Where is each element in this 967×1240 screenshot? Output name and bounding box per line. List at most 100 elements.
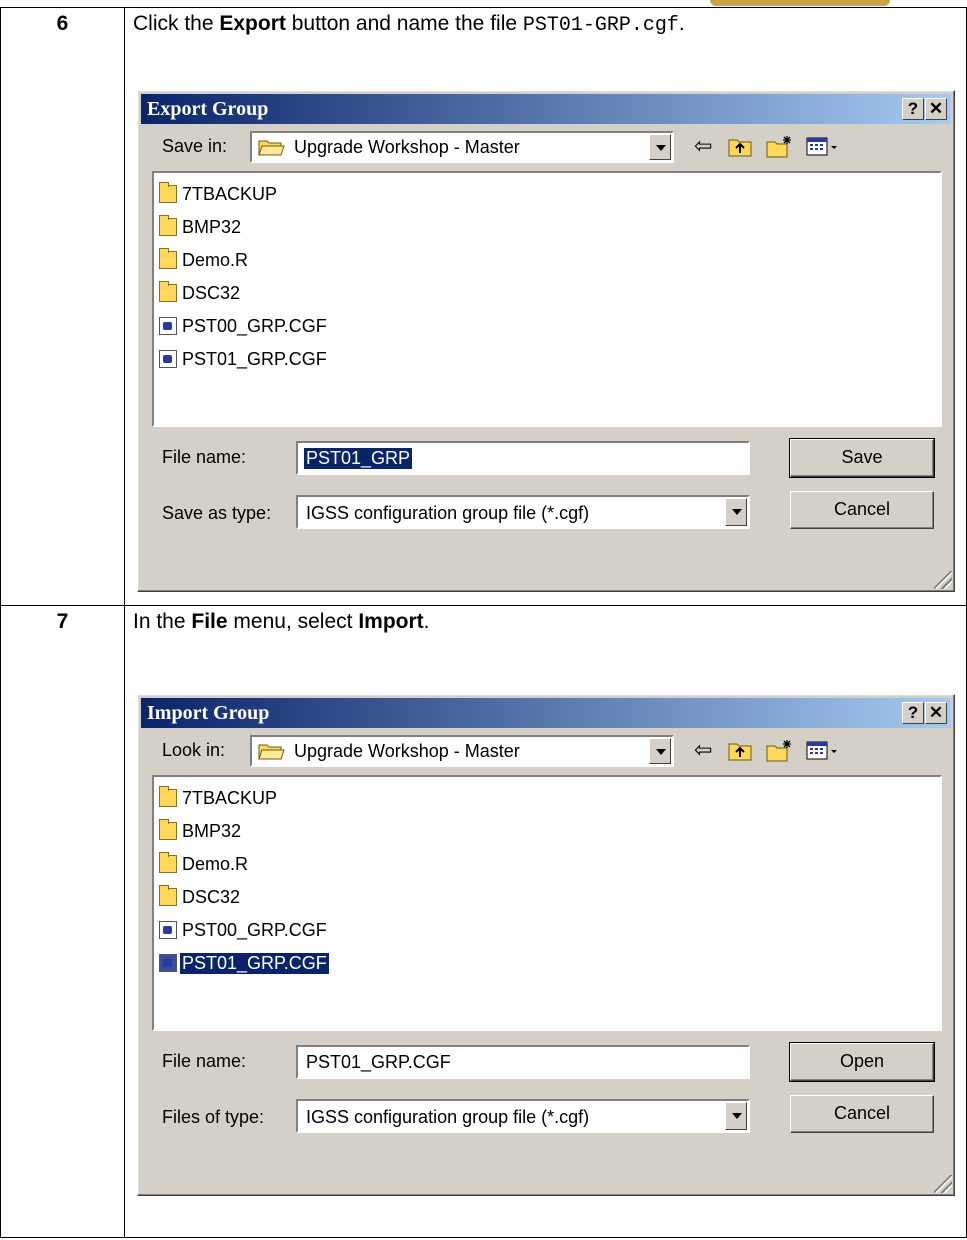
resize-grip-icon[interactable] [934,1175,952,1193]
file-name: PST00_GRP.CGF [182,920,327,940]
new-folder-icon[interactable] [766,134,794,163]
instruction-text: menu, select [227,610,359,633]
step-instruction: In the File menu, select Import. [133,610,966,636]
file-name-input[interactable]: PST01_GRP.CGF [296,1045,750,1079]
file-name: Demo.R [182,250,249,270]
view-menu-icon[interactable] [806,136,840,163]
file-name: Demo.R [182,854,249,874]
dropdown-arrow-icon[interactable] [649,134,671,160]
list-item[interactable]: BMP32 [154,212,940,245]
folder-icon [159,281,177,302]
dialog-title: Import Group [147,702,270,724]
back-arrow-icon[interactable]: ⇦ [694,134,712,158]
help-button[interactable]: ? [902,98,924,120]
save-as-type-value: IGSS configuration group file (*.cgf) [306,503,590,523]
close-button[interactable]: ✕ [925,98,947,120]
save-in-combo[interactable]: Upgrade Workshop - Master [250,131,674,163]
look-in-combo[interactable]: Upgrade Workshop - Master [250,735,674,767]
list-item[interactable]: Demo.R [154,245,940,278]
save-as-type-combo[interactable]: IGSS configuration group file (*.cgf) [296,495,750,529]
instruction-text: In the [133,610,192,633]
resize-grip-icon[interactable] [934,571,952,589]
folder-icon [159,885,177,906]
list-item[interactable]: 7TBACKUP [154,783,940,816]
folder-icon [159,182,177,203]
header-decoration [710,0,890,6]
export-group-dialog: Export Group ? ✕ Save in: Upgrade Worksh… [137,90,955,592]
file-name: PST00_GRP.CGF [182,316,327,336]
instruction-bold: Import [358,610,424,633]
files-of-type-label: Files of type: [162,1107,265,1127]
step-content: Click the Export button and name the fil… [124,7,967,606]
new-folder-icon[interactable] [766,738,794,767]
cgf-file-icon [159,350,177,368]
steps-table: 6 Click the Export button and name the f… [0,7,967,1238]
step-row: 6 Click the Export button and name the f… [0,7,967,606]
view-menu-icon[interactable] [806,740,840,767]
file-name-input[interactable]: PST01_GRP [296,441,750,475]
list-item[interactable]: DSC32 [154,882,940,915]
file-name: 7TBACKUP [182,184,278,204]
open-button[interactable]: Open [789,1042,935,1082]
back-arrow-icon[interactable]: ⇦ [694,738,712,762]
list-item[interactable]: PST01_GRP.CGF [154,344,940,377]
file-name: BMP32 [182,821,242,841]
step-number: 6 [0,7,125,606]
instruction-filename: PST01-GRP.cgf [522,14,679,37]
file-name-label: File name: [162,447,247,467]
save-in-label: Save in: [162,136,228,156]
list-item[interactable]: PST00_GRP.CGF [154,311,940,344]
file-name-value: PST01_GRP.CGF [306,1052,451,1072]
cgf-file-icon [159,954,177,972]
help-button[interactable]: ? [902,702,924,724]
list-item-selected[interactable]: PST01_GRP.CGF [154,948,940,981]
dropdown-arrow-icon[interactable] [725,1102,747,1130]
folder-icon [159,248,177,269]
open-folder-icon [258,140,285,156]
list-item[interactable]: 7TBACKUP [154,179,940,212]
dialog-title: Export Group [147,98,269,120]
files-of-type-value: IGSS configuration group file (*.cgf) [306,1107,590,1127]
cancel-button[interactable]: Cancel [790,491,934,529]
look-in-value: Upgrade Workshop - Master [294,741,520,761]
files-of-type-combo[interactable]: IGSS configuration group file (*.cgf) [296,1099,750,1133]
list-item[interactable]: DSC32 [154,278,940,311]
file-name: DSC32 [182,887,241,907]
instruction-bold: Export [219,12,286,35]
location-row: Save in: Upgrade Workshop - Master ⇦ [138,124,954,170]
dialog-titlebar[interactable]: Import Group ? ✕ [141,698,951,728]
file-name: BMP32 [182,217,242,237]
up-folder-icon[interactable] [728,136,752,163]
instruction-text: Click the [133,12,220,35]
instruction-text: button and name the file [285,12,523,35]
file-name-label: File name: [162,1051,247,1071]
dropdown-arrow-icon[interactable] [649,738,671,764]
save-as-type-label: Save as type: [162,503,272,523]
step-content: In the File menu, select Import. Import … [124,605,967,1238]
step-instruction: Click the Export button and name the fil… [133,12,966,38]
folder-icon [159,819,177,840]
instruction-text: . [423,610,430,633]
file-name: PST01_GRP.CGF [182,349,327,369]
file-name: DSC32 [182,283,241,303]
cancel-button[interactable]: Cancel [790,1095,934,1133]
step-row: 7 In the File menu, select Import. Impor… [0,605,967,1238]
cgf-file-icon [159,921,177,939]
file-list[interactable]: 7TBACKUP BMP32 Demo.R DSC32 PST00_GRP.CG… [152,171,942,427]
close-button[interactable]: ✕ [925,702,947,724]
file-name: 7TBACKUP [182,788,278,808]
save-in-value: Upgrade Workshop - Master [294,137,520,157]
dialog-titlebar[interactable]: Export Group ? ✕ [141,94,951,124]
file-name: PST01_GRP.CGF [180,953,329,974]
list-item[interactable]: Demo.R [154,849,940,882]
up-folder-icon[interactable] [728,740,752,767]
folder-icon [159,852,177,873]
file-list[interactable]: 7TBACKUP BMP32 Demo.R DSC32 PST00_GRP.CG… [152,775,942,1031]
dropdown-arrow-icon[interactable] [725,498,747,526]
list-item[interactable]: BMP32 [154,816,940,849]
save-button[interactable]: Save [789,438,935,478]
step-number: 7 [0,605,125,1238]
import-group-dialog: Import Group ? ✕ Look in: Upgrade Worksh… [137,694,955,1196]
cgf-file-icon [159,317,177,335]
list-item[interactable]: PST00_GRP.CGF [154,915,940,948]
